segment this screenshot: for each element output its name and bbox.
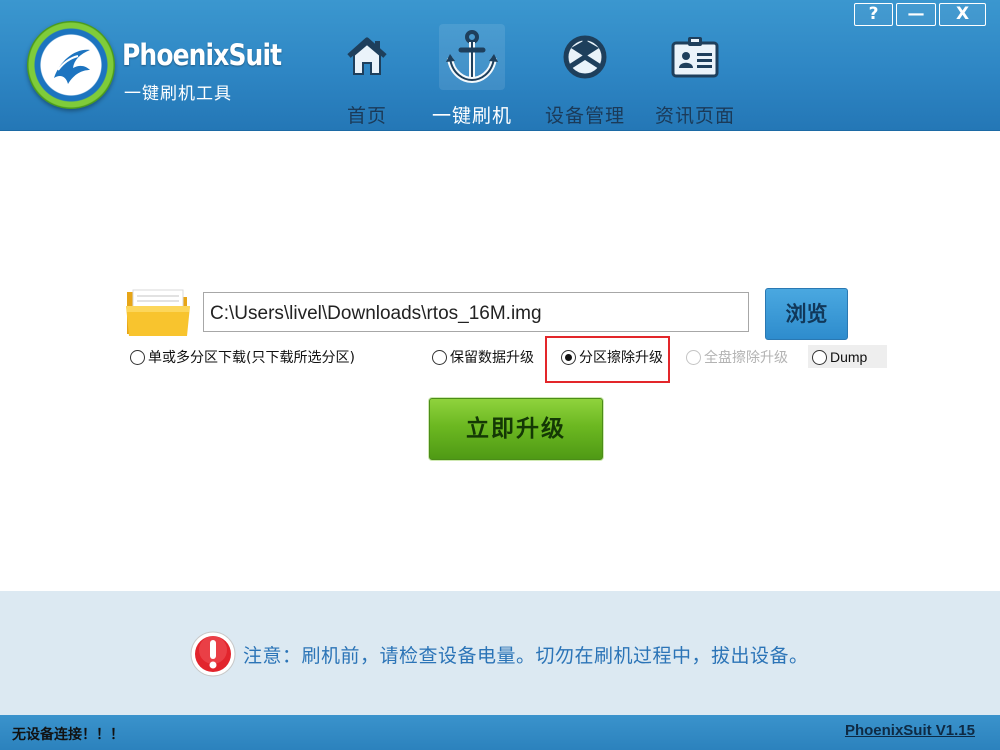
radio-keep-data-circle[interactable]: [432, 349, 447, 365]
tab-home-label: 首页: [346, 105, 387, 127]
phoenix-logo-icon: [27, 21, 115, 109]
tab-news-label: 资讯页面: [654, 105, 735, 127]
close-button[interactable]: X: [939, 3, 986, 26]
window-controls: ? — X: [854, 3, 986, 26]
help-button[interactable]: ?: [854, 3, 893, 26]
tab-device-management[interactable]: 设备管理: [540, 0, 630, 131]
app-subtitle: 一键刷机工具: [124, 84, 232, 104]
minimize-button[interactable]: —: [896, 3, 936, 26]
status-bar: 无设备连接！！！ PhoenixSuit V1.15: [0, 715, 1000, 750]
news-card-icon: [662, 24, 728, 90]
home-icon: [334, 24, 400, 90]
selected-option-highlight: [545, 336, 670, 383]
tab-one-click-flash[interactable]: 一键刷机: [424, 0, 520, 131]
radio-partition-download-label: 单或多分区下载(只下载所选分区): [148, 350, 355, 366]
version-link[interactable]: PhoenixSuit V1.15: [845, 722, 975, 739]
anchor-icon: [439, 24, 505, 90]
tab-device-management-label: 设备管理: [544, 105, 625, 127]
radio-dump-label: Dump: [830, 349, 868, 365]
radio-full-erase-circle: [686, 349, 701, 365]
connection-status: 无设备连接！！！: [12, 727, 124, 743]
tab-home[interactable]: 首页: [331, 0, 403, 131]
tab-news[interactable]: 资讯页面: [650, 0, 740, 131]
notice-text: 注意：刷机前，请检查设备电量。切勿在刷机过程中，拔出设备。: [243, 645, 809, 667]
upgrade-now-button[interactable]: 立即升级: [429, 398, 603, 460]
app-header: PhoenixSuit 一键刷机工具 首页 一键刷机 设备管理 资讯页面 ? —…: [0, 0, 1000, 131]
radio-partition-download[interactable]: 单或多分区下载(只下载所选分区): [130, 347, 355, 367]
radio-dump-circle[interactable]: [812, 349, 827, 365]
radio-partition-download-circle[interactable]: [130, 349, 145, 365]
file-path-input[interactable]: [203, 292, 749, 332]
radio-full-erase-label: 全盘擦除升级: [704, 350, 788, 366]
radio-dump[interactable]: Dump: [812, 347, 867, 367]
radio-full-erase: 全盘擦除升级: [686, 347, 788, 367]
radio-keep-data-label: 保留数据升级: [450, 350, 534, 366]
device-icon: [552, 24, 618, 90]
browse-button[interactable]: 浏览: [765, 288, 848, 340]
radio-keep-data[interactable]: 保留数据升级: [432, 347, 534, 367]
app-name: PhoenixSuit: [122, 38, 282, 72]
folder-icon[interactable]: [125, 286, 191, 342]
tab-one-click-flash-label: 一键刷机: [431, 105, 512, 127]
warning-icon: [189, 630, 237, 682]
